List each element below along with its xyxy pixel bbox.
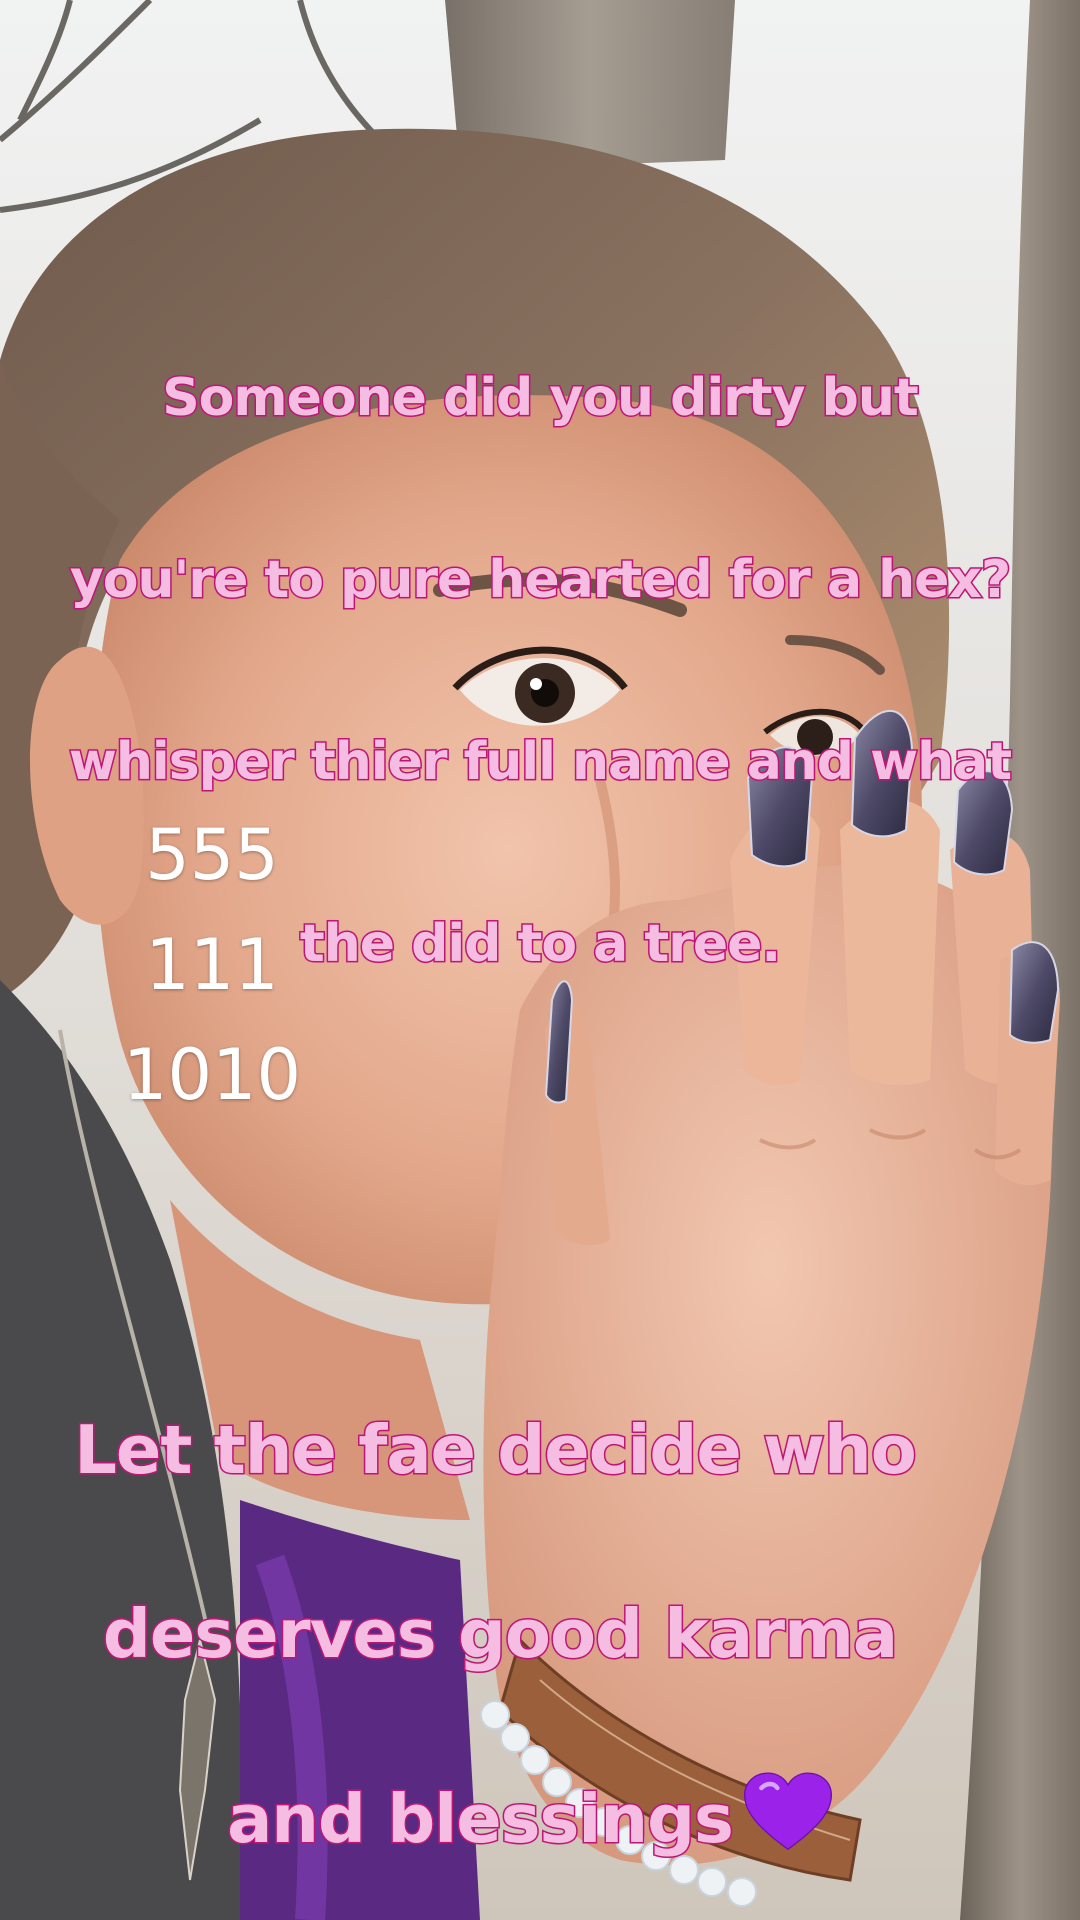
number-1: 555 bbox=[145, 814, 279, 896]
top-caption-line-3: whisper thier full name and what bbox=[67, 731, 1013, 794]
bottom-caption-line-2: deserves good karma bbox=[101, 1594, 899, 1675]
bottom-caption: Let the fae decide who deserves good kar… bbox=[0, 1312, 1080, 1920]
number-3: 1010 bbox=[122, 1034, 302, 1116]
bottom-caption-line-1: Let the fae decide who bbox=[73, 1410, 919, 1491]
video-frame: Someone did you dirty but you're to pure… bbox=[0, 0, 1080, 1920]
angel-numbers: 555 111 1010 bbox=[112, 800, 312, 1130]
top-caption-line-2: you're to pure hearted for a hex? bbox=[68, 549, 1012, 612]
bottom-caption-line-3: and blessings bbox=[226, 1779, 736, 1860]
number-2: 111 bbox=[145, 924, 279, 1006]
purple-heart-icon bbox=[743, 1772, 832, 1851]
bottom-caption-line-3-wrap: and blessings bbox=[0, 1772, 1080, 1865]
top-caption-line-1: Someone did you dirty but bbox=[161, 367, 921, 430]
